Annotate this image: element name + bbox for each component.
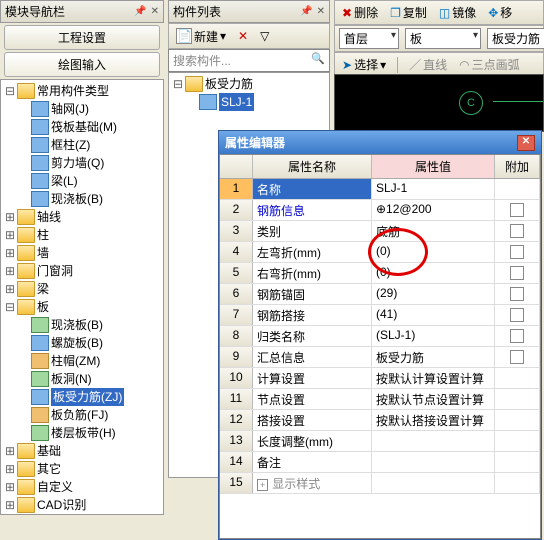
tree-item[interactable]: ⊞墙 xyxy=(3,244,161,262)
tab-project-settings[interactable]: 工程设置 xyxy=(4,25,160,50)
property-row[interactable]: 12搭接设置按默认搭接设置计算 xyxy=(220,410,540,431)
search-input[interactable]: 搜索构件... xyxy=(168,49,330,72)
property-row[interactable]: 15+显示样式 xyxy=(220,473,540,494)
tree-item[interactable]: ⊞轴线 xyxy=(3,208,161,226)
drawing-canvas[interactable]: C xyxy=(334,74,544,132)
property-row[interactable]: 14备注 xyxy=(220,452,540,473)
property-row[interactable]: 9汇总信息板受力筋 xyxy=(220,347,540,368)
select-button[interactable]: ➤选择 ▾ xyxy=(339,55,389,74)
tree-item[interactable]: 板负筋(FJ) xyxy=(3,406,161,424)
tree-item[interactable]: 现浇板(B) xyxy=(3,190,161,208)
nav-tree[interactable]: ⊟常用构件类型轴网(J)筏板基础(M)框柱(Z)剪力墙(Q)梁(L)现浇板(B)… xyxy=(0,79,164,515)
property-header-row: 属性名称 属性值 附加 xyxy=(220,155,540,179)
property-row[interactable]: 8归类名称(SLJ-1) xyxy=(220,326,540,347)
close-button[interactable]: ✕ xyxy=(517,135,535,151)
tree-item[interactable]: ⊞柱 xyxy=(3,226,161,244)
property-row[interactable]: 7钢筋搭接(41) xyxy=(220,305,540,326)
nav-panel-title: 模块导航栏 📌✕ xyxy=(0,0,164,23)
type-select[interactable]: 板受力筋 xyxy=(487,28,544,49)
tree-item[interactable]: ⊞CAD识别 xyxy=(3,496,161,514)
property-table: 属性名称 属性值 附加 1名称SLJ-12钢筋信息⊕12@2003类别底筋4左弯… xyxy=(219,154,541,539)
tree-item[interactable]: 板受力筋(ZJ) xyxy=(3,388,161,406)
list-panel-title: 构件列表 📌✕ xyxy=(168,0,330,23)
tree-item[interactable]: 剪力墙(Q) xyxy=(3,154,161,172)
tree-item[interactable]: 柱帽(ZM) xyxy=(3,352,161,370)
main-toolbar-2: 首层 板 板受力筋 xyxy=(334,25,544,52)
tree-item[interactable]: SLJ-1 xyxy=(171,93,327,111)
property-row[interactable]: 3类别底筋 xyxy=(220,221,540,242)
tree-item[interactable]: ⊞自定义 xyxy=(3,478,161,496)
property-row[interactable]: 2钢筋信息⊕12@200 xyxy=(220,200,540,221)
tree-item[interactable]: ⊟板 xyxy=(3,298,161,316)
arc-button: ◠三点画弧 xyxy=(456,55,523,74)
tree-item[interactable]: 螺旋板(B) xyxy=(3,334,161,352)
copy-button[interactable]: ❐复制 xyxy=(387,3,430,22)
move-button[interactable]: ✥移 xyxy=(485,3,515,22)
checkbox[interactable] xyxy=(510,203,524,217)
close-icon[interactable]: ✕ xyxy=(151,6,159,17)
tree-item[interactable]: 框柱(Z) xyxy=(3,136,161,154)
new-button[interactable]: 📄新建 ▾ xyxy=(173,27,229,46)
line-button: ／直线 xyxy=(406,55,450,74)
tree-item[interactable]: ⊞其它 xyxy=(3,460,161,478)
property-row[interactable]: 11节点设置按默认节点设置计算 xyxy=(220,389,540,410)
list-toolbar: 📄新建 ▾ ✕ ▽ xyxy=(168,23,330,49)
filter-icon[interactable]: ▽ xyxy=(257,28,272,44)
pin-icon[interactable]: 📌 xyxy=(134,6,146,17)
tree-item[interactable]: 梁(L) xyxy=(3,172,161,190)
tree-item[interactable]: 筏板基础(M) xyxy=(3,118,161,136)
checkbox[interactable] xyxy=(510,224,524,238)
checkbox[interactable] xyxy=(510,245,524,259)
tab-draw-input[interactable]: 绘图输入 xyxy=(4,52,160,77)
checkbox[interactable] xyxy=(510,329,524,343)
tree-item[interactable]: 轴网(J) xyxy=(3,100,161,118)
category-select[interactable]: 板 xyxy=(405,28,481,49)
property-row[interactable]: 10计算设置按默认计算设置计算 xyxy=(220,368,540,389)
delete-button[interactable]: ✖删除 xyxy=(339,3,381,22)
tree-item[interactable]: ⊞门窗洞 xyxy=(3,262,161,280)
delete-icon[interactable]: ✕ xyxy=(235,28,251,44)
tree-item[interactable]: 板洞(N) xyxy=(3,370,161,388)
checkbox[interactable] xyxy=(510,266,524,280)
tree-item[interactable]: ⊞梁 xyxy=(3,280,161,298)
tree-root[interactable]: ⊟板受力筋 xyxy=(171,75,327,93)
axis-marker-c: C xyxy=(459,91,483,115)
checkbox[interactable] xyxy=(510,287,524,301)
property-row[interactable]: 6钢筋锚固(29) xyxy=(220,284,540,305)
checkbox[interactable] xyxy=(510,350,524,364)
tree-item[interactable]: ⊟常用构件类型 xyxy=(3,82,161,100)
property-editor-header: 属性编辑器 ✕ xyxy=(219,131,541,154)
checkbox[interactable] xyxy=(510,308,524,322)
property-row[interactable]: 4左弯折(mm)(0) xyxy=(220,242,540,263)
close-icon[interactable]: ✕ xyxy=(317,6,325,17)
tree-item[interactable]: 楼层板带(H) xyxy=(3,424,161,442)
tree-item[interactable]: ⊞基础 xyxy=(3,442,161,460)
property-row[interactable]: 5右弯折(mm)(0) xyxy=(220,263,540,284)
property-row[interactable]: 1名称SLJ-1 xyxy=(220,179,540,200)
pin-icon[interactable]: 📌 xyxy=(300,6,312,17)
main-toolbar-1: ✖删除 ❐复制 ◫镜像 ✥移 xyxy=(334,0,544,25)
tree-item[interactable]: 现浇板(B) xyxy=(3,316,161,334)
property-row[interactable]: 13长度调整(mm) xyxy=(220,431,540,452)
floor-select[interactable]: 首层 xyxy=(339,28,399,49)
mirror-button[interactable]: ◫镜像 xyxy=(436,3,479,22)
